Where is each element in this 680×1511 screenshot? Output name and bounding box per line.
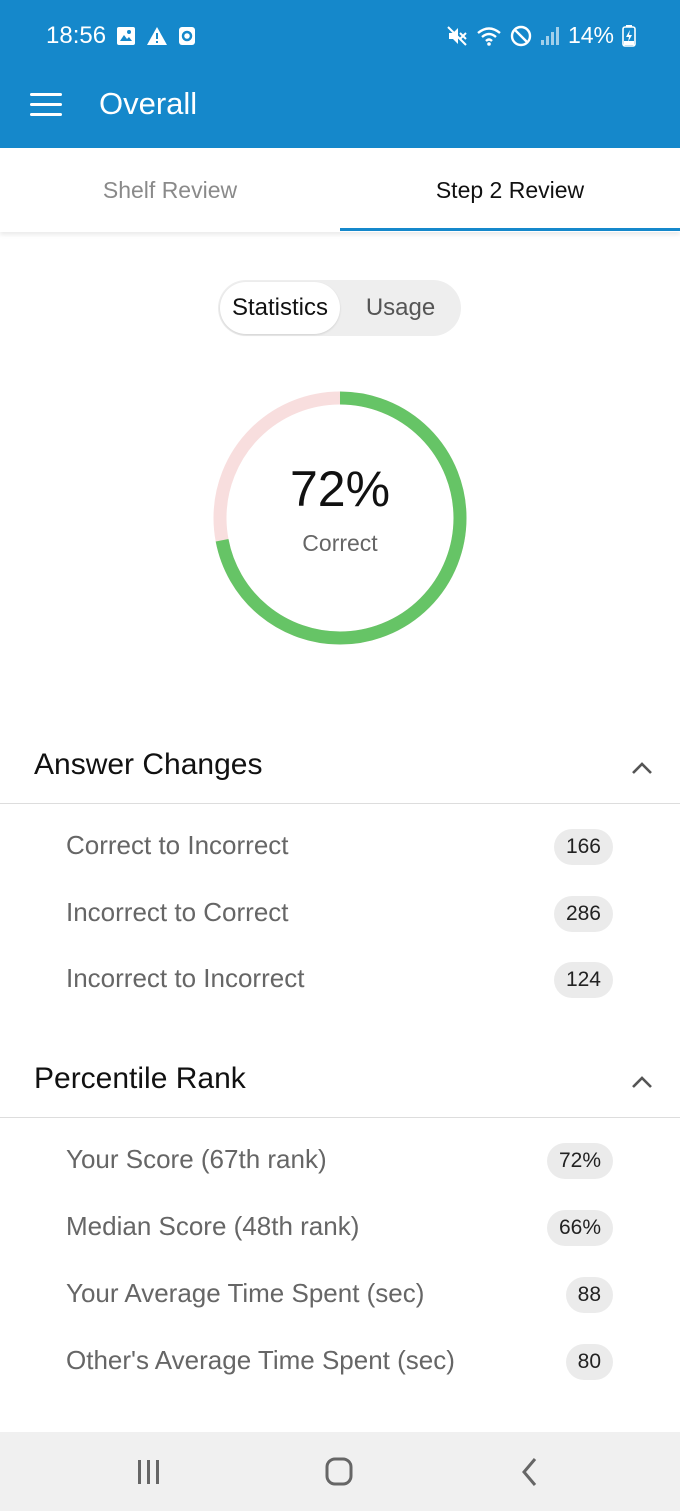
tab-shelf-review[interactable]: Shelf Review	[0, 148, 340, 232]
wifi-icon	[477, 26, 501, 46]
score-percent: 72%	[289, 461, 391, 517]
tab-indicator	[340, 228, 680, 231]
toolbar: Overall	[0, 76, 680, 148]
row-label: Incorrect to Incorrect	[66, 963, 305, 993]
row-label: Median Score (48th rank)	[66, 1211, 360, 1241]
segment-statistics[interactable]: Statistics	[220, 282, 340, 334]
image-icon	[117, 27, 135, 45]
count-badge: 286	[553, 896, 613, 932]
mute-icon	[447, 25, 467, 46]
list-item: Median Score (48th rank) 66%	[0, 1195, 680, 1261]
value-badge: 80	[565, 1344, 613, 1380]
statistics-usage-toggle: Statistics Usage	[218, 280, 461, 336]
row-label: Other's Average Time Spent (sec)	[66, 1345, 455, 1375]
do-not-disturb-icon	[510, 25, 532, 46]
status-bar: 18:56 14%	[0, 0, 680, 76]
value-badge: 72%	[546, 1143, 613, 1179]
score-label: Correct	[302, 530, 378, 556]
list-item: Other's Average Time Spent (sec) 80	[0, 1329, 680, 1395]
chevron-up-icon[interactable]	[630, 760, 654, 776]
tab-bar: Shelf Review Step 2 Review	[0, 148, 680, 232]
page-title: Overall	[99, 86, 198, 121]
signal-icon	[540, 26, 559, 45]
list-item: Incorrect to Correct 286	[0, 881, 680, 947]
percentile-rank-header[interactable]: Percentile Rank	[0, 1048, 680, 1118]
list-item: Your Score (67th rank) 72%	[0, 1128, 680, 1194]
recent-apps-icon[interactable]	[129, 1454, 169, 1490]
row-label: Incorrect to Correct	[66, 897, 289, 927]
count-badge: 124	[553, 962, 613, 998]
system-nav-bar	[0, 1432, 680, 1511]
status-right-icons: 14%	[446, 22, 636, 49]
list-item: Your Average Time Spent (sec) 88	[0, 1262, 680, 1328]
battery-percent: 14%	[567, 22, 614, 48]
tab-step-2-review[interactable]: Step 2 Review	[340, 148, 680, 232]
row-label: Correct to Incorrect	[66, 830, 289, 860]
row-label: Your Average Time Spent (sec)	[66, 1278, 425, 1308]
warning-icon	[147, 27, 167, 45]
value-badge: 66%	[546, 1210, 613, 1246]
battery-charging-icon	[622, 24, 636, 47]
list-item: Correct to Incorrect 166	[0, 814, 680, 880]
segment-usage[interactable]: Usage	[342, 282, 459, 334]
answer-changes-title: Answer Changes	[34, 748, 263, 781]
app-bar: 18:56 14% Overall	[0, 0, 680, 148]
score-donut	[213, 391, 467, 645]
chevron-up-icon[interactable]	[630, 1074, 654, 1090]
back-icon[interactable]	[510, 1454, 550, 1490]
status-left-icons	[116, 26, 196, 46]
home-icon[interactable]	[319, 1454, 359, 1490]
app-notification-icon	[179, 27, 195, 45]
list-item: Incorrect to Incorrect 124	[0, 947, 680, 1013]
menu-icon[interactable]	[30, 90, 64, 120]
answer-changes-header[interactable]: Answer Changes	[0, 734, 680, 804]
value-badge: 88	[565, 1277, 613, 1313]
row-label: Your Score (67th rank)	[66, 1144, 327, 1174]
percentile-rank-title: Percentile Rank	[34, 1062, 246, 1095]
status-time: 18:56	[46, 22, 107, 49]
count-badge: 166	[553, 829, 613, 865]
